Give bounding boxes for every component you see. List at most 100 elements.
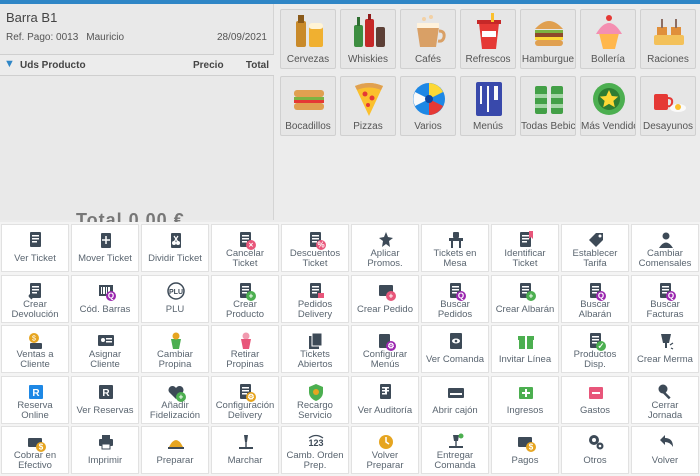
category-label: Todas Bebic bbox=[521, 121, 576, 132]
option-label-line2: Mesa bbox=[443, 258, 467, 269]
option-button[interactable]: Q Cód. Barras bbox=[71, 274, 139, 323]
option-button[interactable]: $ Ventas a Cliente bbox=[1, 325, 69, 373]
option-label: Crear bbox=[233, 298, 257, 310]
option-button[interactable]: ⚙ Configurar Menús bbox=[351, 325, 419, 373]
category-tile[interactable]: Desayunos bbox=[640, 76, 696, 136]
option-button[interactable]: Q Buscar Facturas bbox=[631, 274, 699, 323]
option-button[interactable]: + Crear Albarán bbox=[491, 274, 559, 323]
rewind-icon bbox=[376, 432, 396, 452]
category-tile[interactable]: Refrescos bbox=[460, 9, 516, 69]
option-button[interactable]: Volver bbox=[631, 426, 699, 474]
option-button[interactable]: Dividir Ticket bbox=[141, 224, 209, 272]
category-tile[interactable]: Varios bbox=[400, 76, 456, 136]
option-button[interactable]: Tickets Abiertos bbox=[281, 325, 349, 373]
option-label-line2: Comanda bbox=[434, 460, 476, 471]
option-label: Cerrar bbox=[651, 399, 679, 411]
option-label: Reserva bbox=[17, 399, 53, 411]
option-button[interactable]: ⚙ Configuración Delivery bbox=[211, 375, 279, 424]
category-tile[interactable]: Bollería bbox=[580, 9, 636, 69]
option-label-line2: Cliente bbox=[90, 359, 120, 370]
option-button[interactable]: Q Buscar Pedidos bbox=[421, 274, 489, 323]
option-button[interactable]: Ver Auditoría bbox=[351, 375, 419, 424]
option-button[interactable]: % Descuentos Ticket bbox=[281, 224, 349, 272]
category-tile[interactable]: Bocadillos bbox=[280, 76, 336, 136]
category-label: Desayunos bbox=[642, 121, 694, 132]
category-tile[interactable]: Menús bbox=[460, 76, 516, 136]
option-button[interactable]: Mover Ticket bbox=[71, 224, 139, 272]
option-button[interactable]: Identificar Ticket bbox=[491, 224, 559, 272]
option-button[interactable]: Cerrar Jornada bbox=[631, 375, 699, 424]
option-button[interactable]: Preparar bbox=[141, 426, 209, 474]
option-label: Mover Ticket bbox=[78, 253, 132, 264]
option-button[interactable]: Imprimir bbox=[71, 426, 139, 474]
option-button[interactable]: + Crear Pedido bbox=[351, 274, 419, 323]
option-button[interactable]: Cambiar Propina bbox=[141, 325, 209, 373]
category-label: Whiskies bbox=[347, 54, 388, 65]
option-button[interactable]: Gastos bbox=[561, 375, 629, 424]
deliver-icon bbox=[446, 432, 466, 452]
category-tile[interactable]: Más Vendido bbox=[580, 76, 636, 136]
option-button[interactable]: Ver Comanda bbox=[421, 325, 489, 373]
option-button[interactable]: 123 Camb. Orden Prep. bbox=[281, 426, 349, 474]
option-button[interactable]: Volver Preparar bbox=[351, 426, 419, 474]
chevron-down-icon[interactable]: ▼ bbox=[4, 58, 15, 70]
option-button[interactable]: Otros bbox=[561, 426, 629, 474]
option-button[interactable]: Cambiar Comensales bbox=[631, 224, 699, 272]
option-label: Crear bbox=[23, 298, 47, 310]
category-tile[interactable]: Hamburgue bbox=[520, 9, 576, 69]
option-button[interactable]: R Reserva Online bbox=[1, 375, 69, 424]
option-button[interactable]: $ Cobrar en Efectivo bbox=[1, 426, 69, 474]
category-label: Pizzas bbox=[353, 121, 383, 132]
category-tile[interactable]: Raciones bbox=[640, 9, 696, 69]
search-invoice-icon: Q bbox=[656, 281, 676, 301]
option-button[interactable]: Crear Devolución bbox=[1, 274, 69, 323]
option-button[interactable]: $ Pagos bbox=[491, 426, 559, 474]
income-icon bbox=[516, 382, 536, 402]
option-label: Ingresos bbox=[506, 404, 544, 416]
option-button[interactable]: + Añadir Fidelización bbox=[141, 375, 209, 424]
option-label-line2: Producto bbox=[225, 308, 265, 320]
options-panel: Ver Ticket Mover Ticket Dividir Ticket × Can… bbox=[0, 222, 700, 476]
option-label-line2: Devolución bbox=[11, 308, 59, 320]
option-button[interactable]: Pedidos Delivery bbox=[281, 274, 349, 323]
option-label-line2: Preparar bbox=[366, 460, 404, 471]
tip-icon bbox=[166, 331, 186, 351]
option-button[interactable]: Marchar bbox=[211, 426, 279, 474]
category-tile[interactable]: Whiskies bbox=[340, 9, 396, 69]
option-button[interactable]: Ver Ticket bbox=[1, 224, 69, 272]
delivery-icon bbox=[306, 281, 326, 301]
option-button[interactable]: Establecer Tarifa bbox=[561, 224, 629, 272]
category-tile[interactable]: Todas Bebic bbox=[520, 76, 576, 136]
scissors-icon bbox=[166, 230, 186, 250]
reserve-online-icon: R bbox=[26, 382, 46, 402]
category-tile[interactable]: Pizzas bbox=[340, 76, 396, 136]
option-label: Configuración bbox=[215, 399, 275, 411]
option-button[interactable]: Abrir cajón bbox=[421, 375, 489, 424]
option-button[interactable]: × Cancelar Ticket bbox=[211, 224, 279, 272]
category-tile[interactable]: Cervezas bbox=[280, 9, 336, 69]
option-label: Buscar bbox=[580, 298, 610, 310]
option-button[interactable]: Crear Merma bbox=[631, 325, 699, 373]
option-button[interactable]: Retirar Propinas bbox=[211, 325, 279, 373]
option-button[interactable]: Ingresos bbox=[491, 375, 559, 424]
config-menu-icon: ⚙ bbox=[376, 331, 396, 351]
option-button[interactable]: Aplicar Promos. bbox=[351, 224, 419, 272]
audit-icon bbox=[376, 382, 396, 402]
ticket-lines-header: ▼ Uds Producto Precio Total bbox=[0, 54, 274, 76]
option-button[interactable]: + Crear Producto bbox=[211, 274, 279, 323]
option-button[interactable]: R Ver Reservas bbox=[71, 375, 139, 424]
option-button[interactable]: Recargo Servicio bbox=[281, 375, 349, 424]
option-button[interactable]: Invitar Línea bbox=[491, 325, 559, 373]
category-tile[interactable]: Cafés bbox=[400, 9, 456, 69]
option-button[interactable]: Entregar Comanda bbox=[421, 426, 489, 474]
option-button[interactable]: Tickets en Mesa bbox=[421, 224, 489, 272]
option-label-line2: Prep. bbox=[303, 460, 327, 471]
option-label: PLU bbox=[165, 303, 185, 315]
table-icon bbox=[446, 230, 466, 250]
option-button[interactable]: ✓ Productos Disp. bbox=[561, 325, 629, 373]
option-button[interactable]: PLU PLU bbox=[141, 274, 209, 323]
svg-text:+: + bbox=[529, 291, 534, 300]
option-button[interactable]: Q Buscar Albarán bbox=[561, 274, 629, 323]
option-button[interactable]: Asignar Cliente bbox=[71, 325, 139, 373]
svg-text:PLU: PLU bbox=[169, 289, 183, 296]
